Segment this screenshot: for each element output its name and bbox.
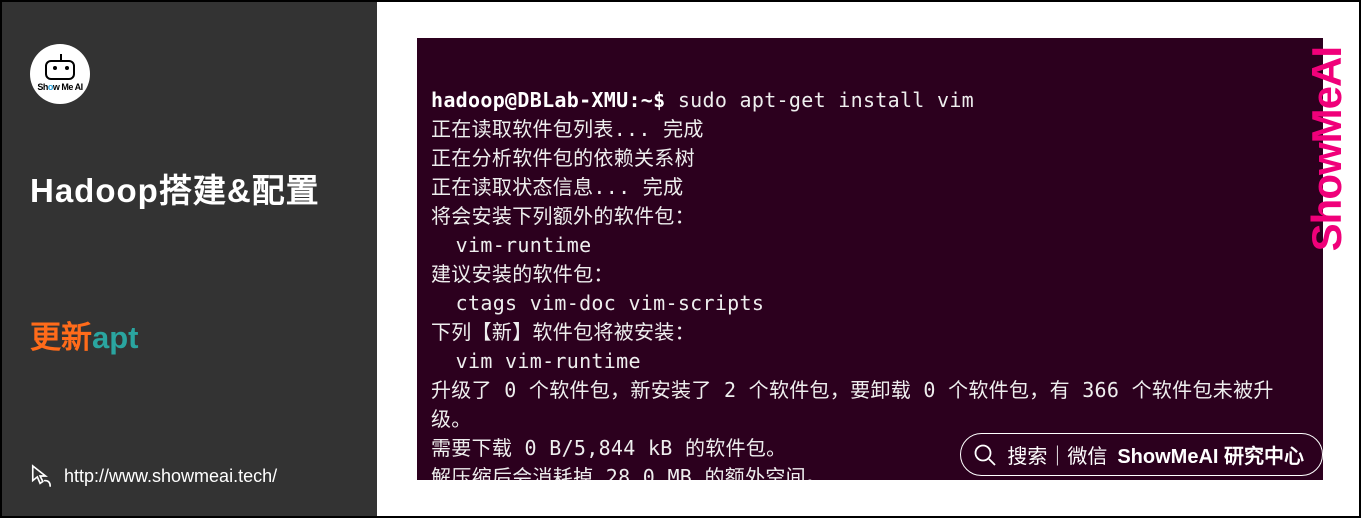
terminal-line-underlined: 解压缩后会消耗掉 28.0 MB 的额外空间。 <box>431 465 826 480</box>
search-pill: 搜索｜微信 ShowMeAI 研究中心 <box>960 433 1323 476</box>
logo-text: Show Me AI <box>37 82 82 92</box>
search-icon <box>973 443 997 467</box>
terminal-line: 升级了 0 个软件包，新安装了 2 个软件包，要卸载 0 个软件包，有 366 … <box>431 378 1274 402</box>
terminal-line: vim vim-runtime <box>431 349 641 373</box>
terminal-line: 下列【新】软件包将被安装： <box>431 320 695 344</box>
search-pill-label: 搜索｜微信 <box>1007 440 1107 469</box>
shell-prompt: hadoop@DBLab-XMU:~$ <box>431 88 678 112</box>
logo: Show Me AI <box>30 44 90 104</box>
slide-title: Hadoop搭建&配置 <box>30 164 377 212</box>
watermark: ShowMeAI <box>1303 47 1351 251</box>
terminal-line: 正在读取软件包列表... 完成 <box>431 117 704 141</box>
terminal-line: 正在分析软件包的依赖关系树 <box>431 146 695 170</box>
slide-frame: Show Me AI Hadoop搭建&配置 更新apt http://www.… <box>0 0 1361 518</box>
terminal-line: ctags vim-doc vim-scripts <box>431 291 764 315</box>
main-panel: hadoop@DBLab-XMU:~$ sudo apt-get install… <box>377 2 1359 516</box>
sidebar: Show Me AI Hadoop搭建&配置 更新apt http://www.… <box>2 2 377 516</box>
robot-icon <box>45 60 75 80</box>
slide-subtitle: 更新apt <box>30 312 377 357</box>
url-row: http://www.showmeai.tech/ <box>30 464 277 488</box>
terminal-line: 需要下载 0 B/5,844 kB 的软件包。 <box>431 436 786 460</box>
terminal: hadoop@DBLab-XMU:~$ sudo apt-get install… <box>417 38 1323 480</box>
terminal-line: 将会安装下列额外的软件包： <box>431 204 695 228</box>
terminal-line: vim-runtime <box>431 233 591 257</box>
url-text: http://www.showmeai.tech/ <box>64 466 277 487</box>
terminal-line: 正在读取状态信息... 完成 <box>431 175 683 199</box>
terminal-line: 级。 <box>431 407 472 431</box>
shell-command: sudo apt-get install vim <box>678 88 974 112</box>
cursor-icon <box>30 464 52 488</box>
search-pill-bold: ShowMeAI 研究中心 <box>1117 440 1304 469</box>
terminal-line: 建议安装的软件包： <box>431 262 614 286</box>
